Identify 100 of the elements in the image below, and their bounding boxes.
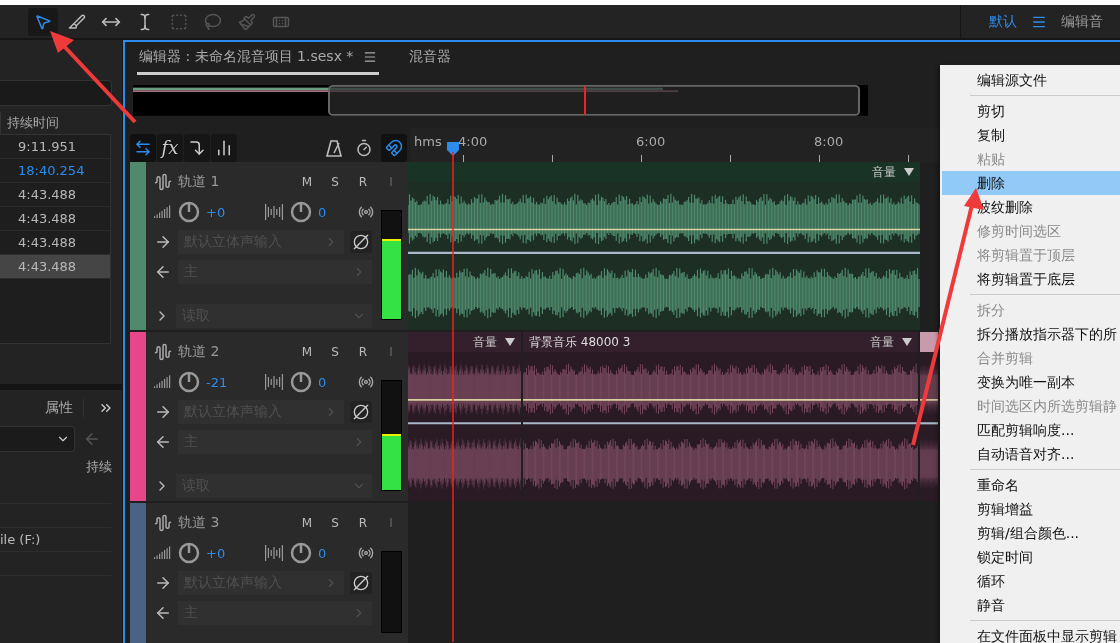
- menu-item[interactable]: 删除: [942, 171, 1120, 195]
- volume-bars-icon: [154, 205, 172, 219]
- menu-item[interactable]: 编辑源文件: [942, 68, 1120, 92]
- snap-magnet-button[interactable]: [381, 133, 407, 162]
- move-tool[interactable]: [28, 7, 58, 36]
- track-name[interactable]: 轨道 2: [178, 343, 290, 361]
- track-toggle-button[interactable]: S: [324, 175, 346, 189]
- dropdown-triangle-icon[interactable]: [902, 338, 912, 346]
- sends-icon[interactable]: [188, 138, 206, 157]
- menu-item[interactable]: 重命名: [942, 473, 1120, 497]
- file-duration[interactable]: 18:40.254: [0, 159, 110, 183]
- menu-item[interactable]: 剪辑/组合颜色...: [942, 521, 1120, 545]
- knob[interactable]: [290, 371, 312, 393]
- phase-invert-button[interactable]: [350, 572, 372, 594]
- pan-value[interactable]: 0: [318, 204, 352, 220]
- file-duration[interactable]: 9:11.951: [0, 135, 110, 159]
- phase-icon: [353, 575, 369, 591]
- knob[interactable]: [290, 542, 312, 564]
- magnet-icon: [385, 138, 403, 157]
- editor-tab[interactable]: 编辑器 : 未命名混音项目 1.sesx *: [137, 42, 380, 75]
- track-toggle-button[interactable]: R: [352, 345, 374, 359]
- file-duration[interactable]: 4:43.488: [0, 207, 110, 231]
- menu-item[interactable]: 剪切: [942, 99, 1120, 123]
- monitor-icon[interactable]: [358, 204, 374, 220]
- clip-header[interactable]: 背景音乐 48000 3 音量: [523, 332, 918, 352]
- waveform-icon: [154, 173, 172, 191]
- menu-item[interactable]: 将剪辑置于底层: [942, 267, 1120, 291]
- track-toggle-button[interactable]: S: [324, 345, 346, 359]
- monitor-icon[interactable]: [358, 545, 374, 561]
- monitor-icon[interactable]: [358, 374, 374, 390]
- bar-chart-icon[interactable]: [215, 138, 233, 157]
- menu-item[interactable]: 锁定时间: [942, 545, 1120, 569]
- track-toggle-button[interactable]: M: [296, 345, 318, 359]
- time-label: 6:00: [636, 134, 666, 149]
- file-duration[interactable]: 4:43.488: [0, 255, 110, 279]
- track-toggle-button[interactable]: M: [296, 175, 318, 189]
- knob[interactable]: [178, 201, 200, 223]
- phase-invert-button[interactable]: [350, 401, 372, 423]
- track-toggle-button[interactable]: S: [324, 516, 346, 530]
- volume-value[interactable]: +0: [206, 545, 258, 561]
- phase-invert-button[interactable]: [350, 231, 372, 253]
- audio-clip[interactable]: 音量: [408, 332, 521, 501]
- pointer-icon: [34, 12, 52, 31]
- search-field[interactable]: [0, 80, 112, 106]
- menu-item[interactable]: 在文件面板中显示剪辑: [942, 624, 1120, 643]
- knob[interactable]: [178, 542, 200, 564]
- list-row[interactable]: ile (F:): [0, 528, 111, 552]
- razor-icon[interactable]: [68, 12, 86, 31]
- workspace-tab[interactable]: 默认: [989, 12, 1017, 31]
- metronome-icon[interactable]: [325, 138, 343, 157]
- menu-item[interactable]: 拆分播放指示器下的所: [942, 322, 1120, 346]
- clip-header[interactable]: [920, 332, 938, 352]
- clip-header[interactable]: 音量: [408, 332, 521, 352]
- timer-icon[interactable]: [355, 138, 373, 157]
- dropdown-triangle-icon[interactable]: [904, 168, 914, 176]
- track-name[interactable]: 轨道 1: [178, 173, 290, 191]
- menu-item[interactable]: 变换为唯一副本: [942, 370, 1120, 394]
- track-name[interactable]: 轨道 3: [178, 514, 290, 532]
- file-duration[interactable]: 4:43.488: [0, 183, 110, 207]
- menu-item[interactable]: 静音: [942, 593, 1120, 617]
- column-header[interactable]: 持续: [0, 458, 122, 480]
- menu-item[interactable]: 复制: [942, 123, 1120, 147]
- pan-bars-icon: [264, 204, 284, 220]
- track-toggle-button[interactable]: R: [352, 516, 374, 530]
- workspace-tab[interactable]: 编辑音: [1061, 12, 1103, 31]
- time-label: 8:00: [814, 134, 844, 149]
- pan-value[interactable]: 0: [318, 545, 352, 561]
- dropdown-triangle-icon[interactable]: [505, 338, 515, 346]
- pan-bars-icon: [264, 374, 284, 390]
- menu-icon: [363, 50, 378, 64]
- track-toggle-button[interactable]: R: [352, 175, 374, 189]
- volume-value[interactable]: -21: [206, 374, 258, 390]
- input-arrow-icon: [154, 233, 172, 251]
- time-label: 4:00: [458, 134, 488, 149]
- audio-clip[interactable]: 背景音乐 48000 3 音量: [523, 332, 918, 501]
- clip-envelope-label: 音量: [872, 163, 896, 181]
- swap-arrows-icon[interactable]: [134, 138, 152, 157]
- knob[interactable]: [290, 201, 312, 223]
- volume-value[interactable]: +0: [206, 204, 258, 220]
- knob[interactable]: [178, 371, 200, 393]
- menu-item[interactable]: 匹配剪辑响度...: [942, 418, 1120, 442]
- volume-bars-icon: [154, 375, 172, 389]
- clip-envelope-label: 音量: [473, 333, 497, 351]
- menu-item[interactable]: 自动语音对齐...: [942, 442, 1120, 466]
- clip-title: 背景音乐 48000 3: [529, 333, 632, 351]
- menu-item[interactable]: 循环: [942, 569, 1120, 593]
- editor-tab[interactable]: 混音器: [407, 42, 454, 75]
- waveform-icon: [154, 514, 172, 532]
- track-toggle-button[interactable]: M: [296, 516, 318, 530]
- pan-value[interactable]: 0: [318, 374, 352, 390]
- clip-header[interactable]: 音量: [408, 162, 920, 182]
- menu-item[interactable]: 剪辑增益: [942, 497, 1120, 521]
- input-arrow-icon: [154, 403, 172, 421]
- effects-button[interactable]: fx: [157, 133, 183, 162]
- phase-icon: [353, 234, 369, 250]
- pan-bars-icon: [264, 545, 284, 561]
- properties-tab[interactable]: 属性: [45, 399, 84, 417]
- volume-bars-icon: [154, 546, 172, 560]
- waveform-icon: [154, 343, 172, 361]
- audio-clip[interactable]: 音量: [408, 162, 920, 330]
